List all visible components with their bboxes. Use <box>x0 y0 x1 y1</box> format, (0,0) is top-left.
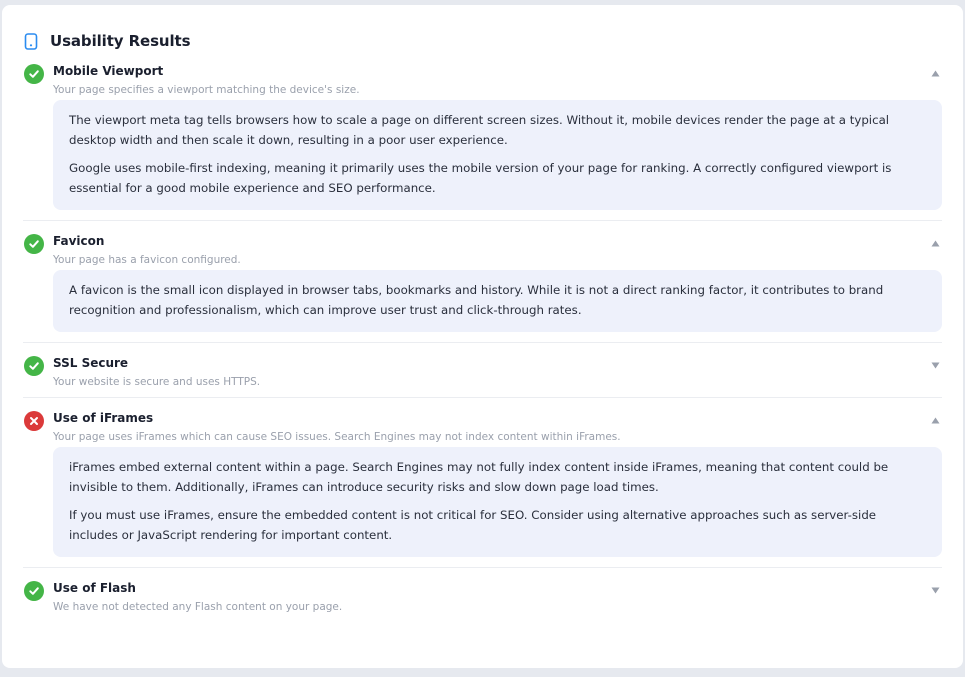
result-item: Use of Flash We have not detected any Fla… <box>23 568 942 622</box>
detail-paragraph: The viewport meta tag tells browsers how… <box>69 113 890 147</box>
result-item-title: SSL Secure <box>53 356 129 370</box>
detail-paragraph: A favicon is the small icon displayed in… <box>69 283 884 317</box>
result-item-title: Use of iFrames <box>53 411 154 425</box>
card-header: Usability Results <box>24 27 191 55</box>
triangle-up-icon <box>931 70 939 76</box>
result-item: Use of iFrames Your page uses iFrames whi… <box>23 398 942 568</box>
result-item-header[interactable]: Mobile Viewport Your page specifies a vie… <box>23 60 942 100</box>
expand-toggle-button[interactable] <box>928 583 942 597</box>
result-item-description: Your page uses iFrames which can cause S… <box>53 431 621 443</box>
check-icon <box>24 64 44 84</box>
result-item-description: We have not detected any Flash content o… <box>53 601 343 613</box>
result-item: Mobile Viewport Your page specifies a vie… <box>23 60 942 221</box>
result-item-title: Mobile Viewport <box>53 64 164 78</box>
collapse-toggle-button[interactable] <box>928 413 942 427</box>
result-item-title: Use of Flash <box>53 581 136 595</box>
result-item: SSL Secure Your website is secure and use… <box>23 343 942 398</box>
result-item-title: Favicon <box>53 234 105 248</box>
collapse-toggle-button[interactable] <box>928 66 942 80</box>
triangle-down-icon <box>931 362 939 368</box>
triangle-down-icon <box>931 587 939 593</box>
result-item-description: Your website is secure and uses HTTPS. <box>53 376 261 388</box>
result-item-details: iFrames embed external content within a … <box>53 447 942 557</box>
check-icon <box>24 356 44 376</box>
check-icon <box>24 581 44 601</box>
triangle-up-icon <box>931 417 939 423</box>
result-item-description: Your page specifies a viewport matching … <box>53 84 360 96</box>
detail-paragraph: iFrames embed external content within a … <box>69 460 889 494</box>
detail-paragraph: Google uses mobile-first indexing, meani… <box>69 161 892 195</box>
card-title: Usability Results <box>50 32 191 50</box>
triangle-up-icon <box>931 240 939 246</box>
result-item-description: Your page has a favicon configured. <box>53 254 241 266</box>
collapse-toggle-button[interactable] <box>928 236 942 250</box>
cross-icon <box>24 411 44 431</box>
result-item-header[interactable]: Favicon Your page has a favicon configure… <box>23 230 942 270</box>
result-item-header[interactable]: SSL Secure Your website is secure and use… <box>23 352 942 392</box>
result-item-header[interactable]: Use of Flash We have not detected any Fla… <box>23 577 942 617</box>
result-item: Favicon Your page has a favicon configure… <box>23 221 942 343</box>
expand-toggle-button[interactable] <box>928 358 942 372</box>
detail-paragraph: If you must use iFrames, ensure the embe… <box>69 508 877 542</box>
mobile-phone-icon <box>24 32 42 50</box>
result-item-details: A favicon is the small icon displayed in… <box>53 270 942 332</box>
result-item-header[interactable]: Use of iFrames Your page uses iFrames whi… <box>23 407 942 447</box>
result-item-details: The viewport meta tag tells browsers how… <box>53 100 942 210</box>
check-icon <box>24 234 44 254</box>
usability-results-card: Usability Results Mobile Viewport Your pa… <box>2 5 963 668</box>
results-list: Mobile Viewport Your page specifies a vie… <box>2 60 963 622</box>
